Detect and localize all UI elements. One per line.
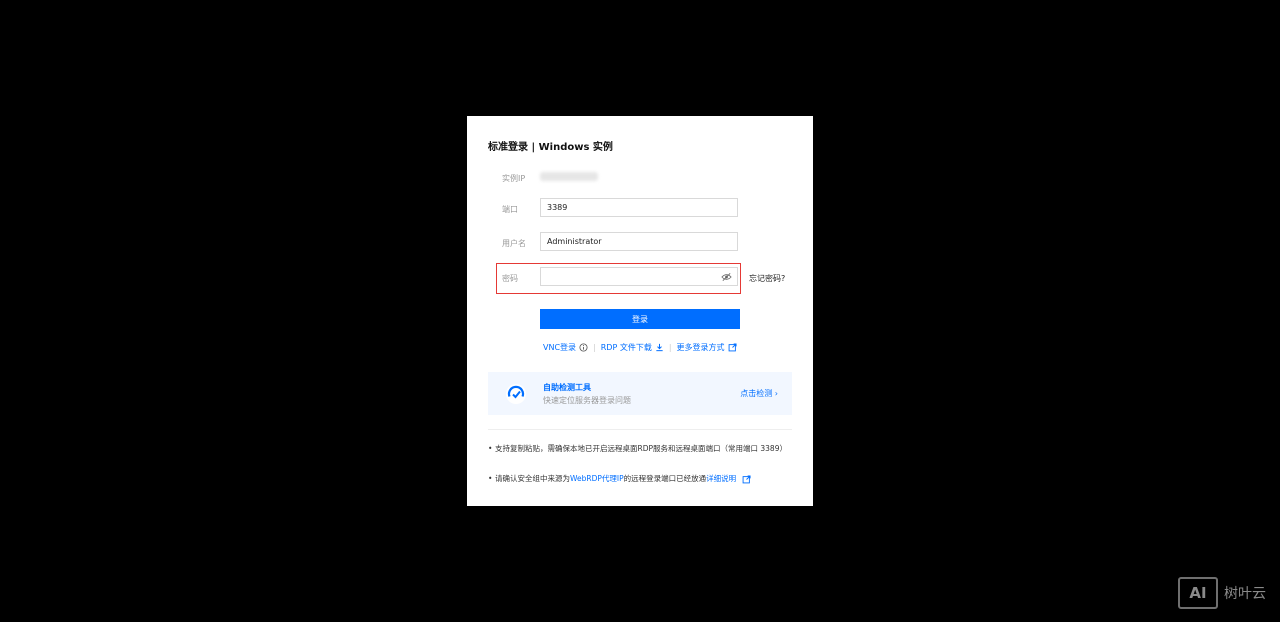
watermark-text: 树叶云 <box>1224 586 1266 602</box>
username-field[interactable]: Administrator <box>540 232 738 251</box>
instance-ip-value-blurred <box>540 172 598 181</box>
tool-name: 自助检测工具 <box>543 383 591 392</box>
note-security-group: 请确认安全组中来源为WebRDP代理IP的远程登录端口已经放通详细说明 <box>488 473 795 484</box>
details-link[interactable]: 详细说明 <box>706 474 736 483</box>
note-copy-paste: 支持复制粘贴，需确保本地已开启远程桌面RDP服务和远程桌面端口（常用端口 338… <box>488 443 795 454</box>
link-separator: | <box>668 343 672 352</box>
password-label: 密码 <box>502 274 518 283</box>
gauge-icon <box>506 384 526 404</box>
external-link-icon[interactable] <box>742 474 751 484</box>
login-dialog: 标准登录 | Windows 实例 实例IP 端口 3389 用户名 Admin… <box>467 116 813 506</box>
info-icon[interactable] <box>579 343 588 352</box>
webrdp-proxy-ip-link[interactable]: WebRDP代理IP <box>570 474 624 483</box>
password-field[interactable] <box>540 267 738 286</box>
click-to-check-link[interactable]: 点击检测 › <box>740 388 778 399</box>
port-label: 端口 <box>502 205 518 214</box>
note2-prefix: 请确认安全组中来源为 <box>495 474 570 483</box>
more-login-methods-link[interactable]: 更多登录方式 <box>677 342 725 353</box>
dialog-title: 标准登录 | Windows 实例 <box>488 142 613 153</box>
tool-description: 快速定位服务器登录问题 <box>543 396 631 405</box>
self-check-tool-banner[interactable]: 自助检测工具 快速定位服务器登录问题 点击检测 › <box>488 372 792 415</box>
external-link-icon[interactable] <box>728 343 737 352</box>
download-icon[interactable] <box>655 343 664 352</box>
login-links: VNC登录 | RDP 文件下载 | 更多登录方式 <box>543 342 737 353</box>
divider <box>488 429 792 430</box>
note2-middle: 的远程登录端口已经放通 <box>623 474 707 483</box>
port-field[interactable]: 3389 <box>540 198 738 217</box>
username-label: 用户名 <box>502 239 526 248</box>
vnc-login-link[interactable]: VNC登录 <box>543 342 576 353</box>
eye-off-icon[interactable] <box>721 272 732 282</box>
instance-ip-label: 实例IP <box>502 174 526 183</box>
link-separator: | <box>593 343 596 352</box>
login-button[interactable]: 登录 <box>540 309 740 329</box>
forgot-password-link[interactable]: 忘记密码? <box>749 273 785 284</box>
watermark: AI 树叶云 <box>1178 577 1266 609</box>
rdp-download-link[interactable]: RDP 文件下载 <box>601 342 652 353</box>
watermark-logo: AI <box>1178 577 1218 609</box>
username-value: Administrator <box>547 237 602 246</box>
port-value: 3389 <box>547 203 568 212</box>
